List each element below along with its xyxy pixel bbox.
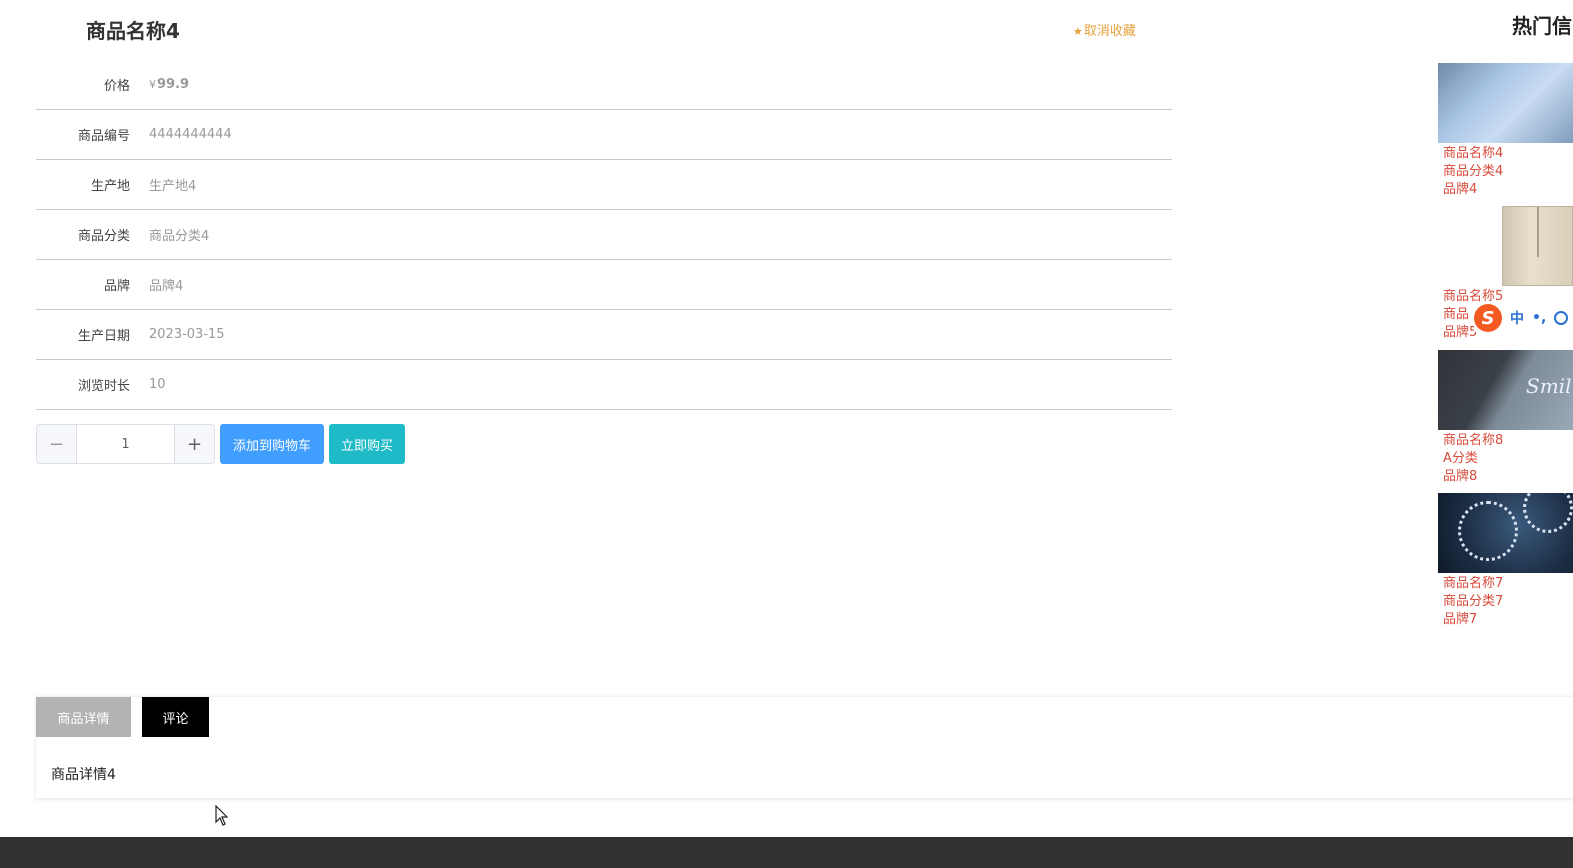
mouse-cursor-icon — [215, 805, 229, 826]
info-row-views: 浏览时长 10 — [36, 360, 1172, 410]
info-value: 品牌4 — [149, 279, 184, 294]
info-label: 商品编号 — [77, 129, 130, 144]
unfavorite-button[interactable]: ★取消收藏 — [1073, 20, 1136, 39]
info-row-origin: 生产地 生产地4 — [36, 160, 1172, 210]
product-info-list: 价格 ¥99.9 商品编号 4444444444 生产地 生产地4 商品分类 商… — [36, 60, 1172, 410]
product-thumbnail[interactable] — [1438, 206, 1573, 286]
hot-item-category: 商品分类7 — [1443, 594, 1504, 609]
info-row-sku: 商品编号 4444444444 — [36, 110, 1172, 160]
sidebar-title: 热门信 — [1512, 14, 1572, 38]
info-label: 商品分类 — [77, 229, 130, 244]
hot-item-name: 商品名称8 — [1443, 433, 1504, 448]
star-icon: ★ — [1073, 25, 1083, 38]
decrease-button[interactable]: − — [37, 425, 77, 463]
info-label: 生产地 — [90, 179, 130, 194]
hot-item-brand: 品牌4 — [1443, 182, 1478, 197]
hot-item-name: 商品名称7 — [1443, 576, 1504, 591]
ime-punct-toggle[interactable]: •, — [1532, 310, 1546, 326]
shirt-print-image: Smil — [1526, 374, 1572, 398]
info-value: 2023-03-15 — [149, 327, 225, 342]
info-value: 10 — [149, 377, 166, 392]
product-title: 商品名称4 — [86, 19, 180, 43]
ime-mode-toggle[interactable]: 中 — [1510, 308, 1524, 328]
info-value: 4444444444 — [149, 127, 232, 142]
hot-item-name: 商品名称4 — [1443, 146, 1504, 161]
hot-item-brand: 品牌7 — [1443, 612, 1478, 627]
hot-item-category: A分类 — [1443, 451, 1478, 466]
info-label: 浏览时长 — [77, 379, 130, 394]
quantity-input[interactable] — [77, 425, 174, 463]
info-label: 品牌 — [103, 279, 130, 294]
ime-toolbar[interactable]: S 中 •, — [1474, 304, 1573, 332]
info-value: 生产地4 — [149, 179, 197, 194]
tab-comments[interactable]: 评论 — [142, 697, 209, 737]
product-thumbnail[interactable]: Smil — [1438, 350, 1573, 430]
detail-tabs-panel: 商品详情 评论 商品详情4 — [36, 696, 1573, 798]
product-thumbnail[interactable] — [1438, 63, 1573, 143]
price-value: ¥99.9 — [149, 77, 189, 92]
fridge-image — [1502, 206, 1573, 286]
minus-icon: − — [48, 433, 65, 455]
product-thumbnail[interactable] — [1438, 493, 1573, 573]
info-row-price: 价格 ¥99.9 — [36, 60, 1172, 110]
add-to-cart-button[interactable]: 添加到购物车 — [220, 424, 324, 464]
price-number: 99.9 — [157, 77, 190, 92]
quantity-stepper: − + — [36, 424, 215, 464]
info-value: 商品分类4 — [149, 229, 210, 244]
currency-symbol: ¥ — [149, 78, 156, 91]
unfavorite-label: 取消收藏 — [1083, 24, 1136, 39]
tab-content-text: 商品详情4 — [51, 767, 116, 783]
page-footer — [0, 837, 1573, 868]
buy-now-button[interactable]: 立即购买 — [329, 424, 405, 464]
ime-emoji-icon[interactable] — [1554, 311, 1569, 325]
hot-item[interactable]: Smil 商品名称8 A分类 品牌8 — [1438, 350, 1573, 486]
info-label: 生产日期 — [77, 329, 130, 344]
ime-logo-icon[interactable]: S — [1474, 304, 1502, 332]
info-label: 价格 — [103, 79, 130, 94]
info-row-date: 生产日期 2023-03-15 — [36, 310, 1172, 360]
jewelry-image — [1458, 501, 1518, 561]
hot-item-brand: 品牌8 — [1443, 469, 1478, 484]
hot-item[interactable]: 商品名称7 商品分类7 品牌7 — [1438, 493, 1573, 629]
info-row-category: 商品分类 商品分类4 — [36, 210, 1172, 260]
increase-button[interactable]: + — [174, 425, 214, 463]
hot-item-category: 商品分类4 — [1443, 164, 1504, 179]
tab-product-detail[interactable]: 商品详情 — [36, 697, 131, 737]
jewelry-image — [1523, 493, 1573, 533]
plus-icon: + — [186, 433, 203, 455]
info-row-brand: 品牌 品牌4 — [36, 260, 1172, 310]
hot-item[interactable]: 商品名称4 商品分类4 品牌4 — [1438, 63, 1573, 199]
